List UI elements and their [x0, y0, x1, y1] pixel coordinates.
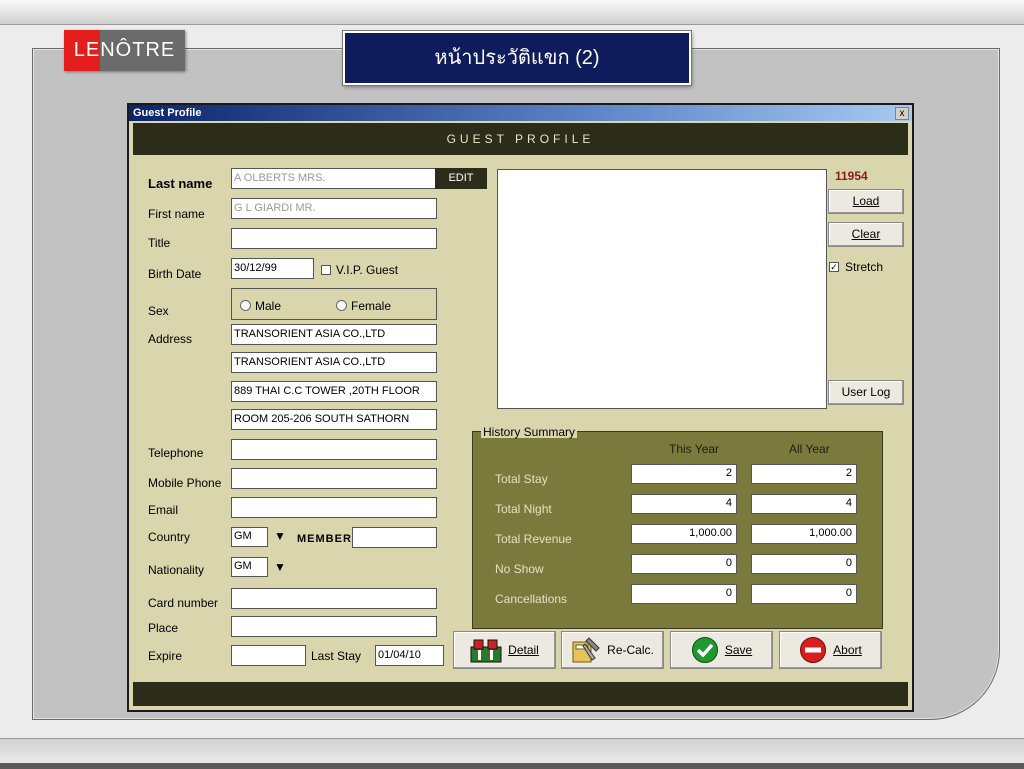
- nationality-label: Nationality: [148, 563, 205, 577]
- recalc-button[interactable]: Re-Calc.: [561, 631, 664, 669]
- record-id: 11954: [835, 169, 868, 183]
- address-label: Address: [148, 332, 193, 346]
- cancellations-all-year: 0: [751, 584, 857, 604]
- stretch-checkbox[interactable]: ✓: [829, 262, 839, 272]
- nationality-dropdown-icon[interactable]: ▼: [274, 560, 286, 574]
- birth-date-field[interactable]: 30/12/99: [231, 258, 314, 279]
- save-icon: [691, 636, 719, 664]
- cancellations-label: Cancellations: [495, 592, 568, 606]
- edit-button[interactable]: EDIT: [435, 168, 487, 189]
- male-label: Male: [255, 299, 282, 313]
- stretch-label: Stretch: [845, 260, 884, 274]
- first-name-label: First name: [148, 207, 205, 221]
- total-night-label: Total Night: [495, 502, 552, 516]
- country-dropdown-icon[interactable]: ▼: [274, 529, 286, 543]
- lenotre-logo: LENÔTRE: [64, 30, 185, 71]
- mobile-phone-label: Mobile Phone: [148, 476, 222, 490]
- total-revenue-all-year: 1,000.00: [751, 524, 857, 544]
- load-label: Load: [852, 194, 880, 208]
- mobile-phone-field[interactable]: [231, 468, 437, 489]
- guest-profile-window: Guest Profile x GUEST PROFILE Last name …: [127, 103, 914, 712]
- male-radio[interactable]: Male: [240, 299, 281, 313]
- total-revenue-this-year: 1,000.00: [631, 524, 737, 544]
- total-night-all-year: 4: [751, 494, 857, 514]
- recalc-icon: [571, 636, 601, 664]
- sex-label: Sex: [148, 304, 169, 318]
- title-field[interactable]: [231, 228, 437, 249]
- history-summary-panel: History Summary This Year All Year Total…: [472, 426, 883, 629]
- top-bar: [0, 0, 1024, 25]
- save-button[interactable]: Save: [670, 631, 773, 669]
- first-name-field[interactable]: G L GIARDI MR.: [231, 198, 437, 219]
- total-revenue-label: Total Revenue: [495, 532, 572, 546]
- abort-icon: [799, 636, 827, 664]
- female-label: Female: [351, 299, 392, 313]
- window-footer: [133, 682, 908, 706]
- user-log-button[interactable]: User Log: [828, 380, 904, 405]
- expire-field[interactable]: [231, 645, 306, 666]
- address-line-3[interactable]: 889 THAI C.C TOWER ,20TH FLOOR: [231, 381, 437, 402]
- abort-button[interactable]: Abort: [779, 631, 882, 669]
- logo-text: LENÔTRE: [73, 39, 176, 61]
- photo-area[interactable]: [497, 169, 827, 409]
- female-radio[interactable]: Female: [336, 299, 391, 313]
- card-number-field[interactable]: [231, 588, 437, 609]
- window-title: Guest Profile: [133, 107, 202, 119]
- no-show-label: No Show: [495, 562, 544, 576]
- telephone-label: Telephone: [148, 446, 204, 460]
- member-field[interactable]: [352, 527, 437, 548]
- total-stay-all-year: 2: [751, 464, 857, 484]
- place-label: Place: [148, 621, 179, 635]
- abort-label: Abort: [833, 643, 862, 657]
- detail-button[interactable]: Detail: [453, 631, 556, 669]
- no-show-this-year: 0: [631, 554, 737, 574]
- member-label: MEMBER: [297, 533, 352, 545]
- user-log-label: User Log: [841, 385, 891, 399]
- slide-title: หน้าประวัติแขก (2): [342, 30, 692, 86]
- title-label: Title: [148, 236, 171, 250]
- clear-label: Clear: [851, 227, 881, 241]
- detail-icon: [470, 637, 502, 663]
- email-label: Email: [148, 503, 179, 517]
- place-field[interactable]: [231, 616, 437, 637]
- vip-label: V.I.P. Guest: [336, 263, 399, 277]
- all-year-header: All Year: [789, 442, 830, 456]
- this-year-header: This Year: [669, 442, 720, 456]
- sex-group: Male Female: [231, 288, 437, 320]
- card-number-label: Card number: [148, 596, 219, 610]
- birth-date-label: Birth Date: [148, 267, 202, 281]
- clear-button[interactable]: Clear: [828, 222, 904, 247]
- total-stay-label: Total Stay: [495, 472, 548, 486]
- cancellations-this-year: 0: [631, 584, 737, 604]
- bottom-bar: [0, 738, 1024, 769]
- last-name-field[interactable]: A OLBERTS MRS.: [231, 168, 437, 189]
- load-button[interactable]: Load: [828, 189, 904, 214]
- country-label: Country: [148, 530, 191, 544]
- window-titlebar: Guest Profile: [129, 105, 912, 121]
- detail-label: Detail: [508, 643, 539, 657]
- history-summary-legend: History Summary: [481, 425, 578, 439]
- total-night-this-year: 4: [631, 494, 737, 514]
- address-line-4[interactable]: ROOM 205-206 SOUTH SATHORN: [231, 409, 437, 430]
- no-show-all-year: 0: [751, 554, 857, 574]
- address-line-2[interactable]: TRANSORIENT ASIA CO.,LTD: [231, 352, 437, 373]
- banner-title: GUEST PROFILE: [133, 123, 908, 155]
- recalc-label: Re-Calc.: [607, 643, 654, 657]
- close-icon[interactable]: x: [895, 107, 909, 120]
- last-name-label: Last name: [148, 176, 213, 191]
- expire-label: Expire: [148, 649, 183, 663]
- total-stay-this-year: 2: [631, 464, 737, 484]
- nationality-field[interactable]: GM: [231, 557, 268, 577]
- address-line-1[interactable]: TRANSORIENT ASIA CO.,LTD: [231, 324, 437, 345]
- last-stay-field[interactable]: 01/04/10: [375, 645, 444, 666]
- telephone-field[interactable]: [231, 439, 437, 460]
- country-field[interactable]: GM: [231, 527, 268, 547]
- vip-checkbox[interactable]: [321, 265, 331, 275]
- email-field[interactable]: [231, 497, 437, 518]
- save-label: Save: [724, 643, 753, 657]
- last-stay-label: Last Stay: [311, 649, 362, 663]
